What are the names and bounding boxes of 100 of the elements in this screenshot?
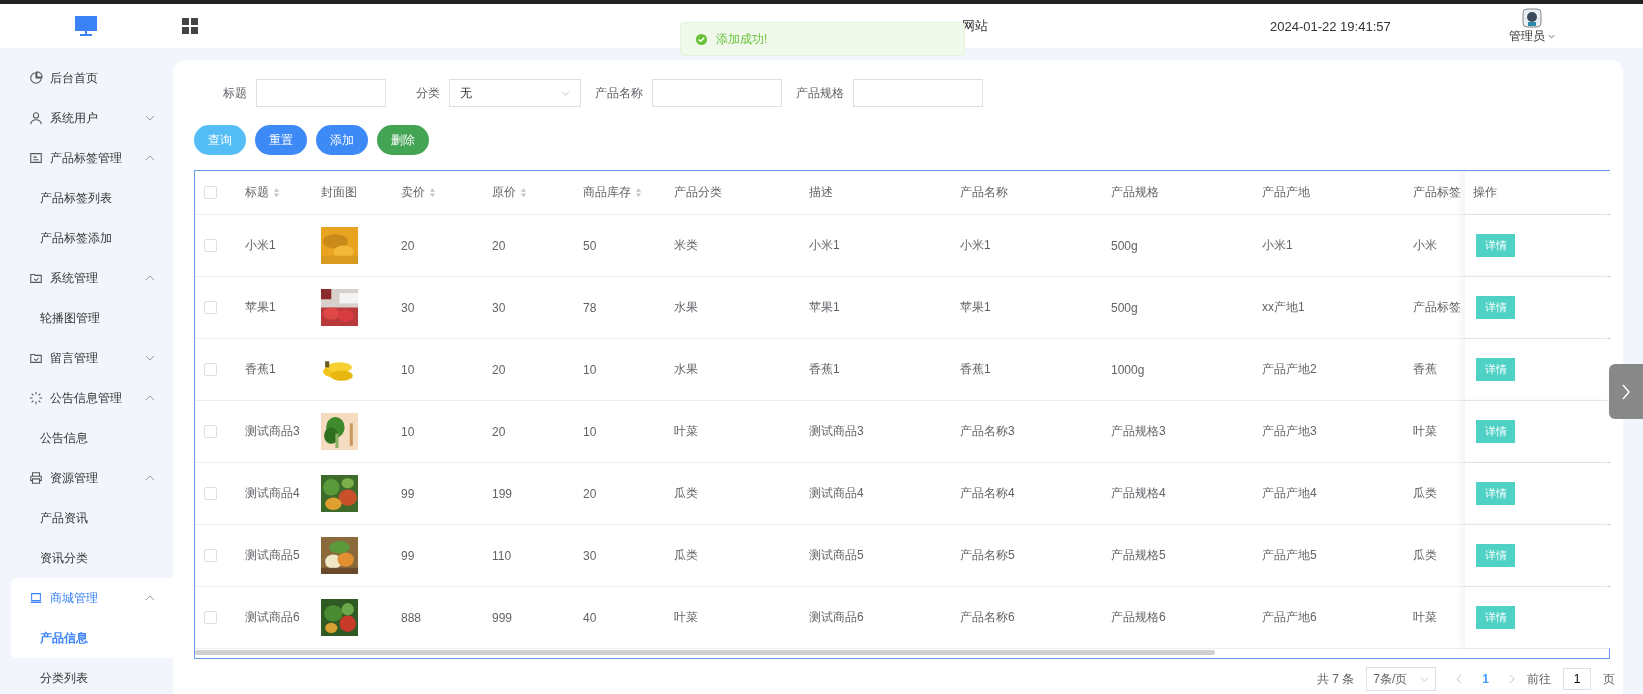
sort-icon[interactable] [635, 187, 642, 198]
table-cell: 香蕉 [1413, 361, 1437, 378]
table-cell: 香蕉1 [809, 361, 840, 378]
submenu-item[interactable]: 产品信息 [11, 618, 173, 658]
table-cell: 产品名称5 [960, 547, 1015, 564]
next-page-icon[interactable] [1509, 674, 1515, 684]
table-cell: 20 [492, 238, 506, 253]
submenu-item[interactable]: 轮播图管理 [0, 298, 173, 338]
table-cell: 30 [401, 300, 415, 315]
submenu-item[interactable]: 产品标签添加 [0, 218, 173, 258]
submenu-item[interactable]: 资讯分类 [0, 538, 173, 578]
row-checkbox[interactable] [204, 549, 217, 562]
table-cell: 20 [583, 486, 597, 501]
table-cell: 产品规格6 [1111, 609, 1166, 626]
table-cell: 产品规格5 [1111, 547, 1166, 564]
row-checkbox[interactable] [204, 239, 217, 252]
table-cell: 产品产地5 [1262, 547, 1317, 564]
sidebar-item[interactable]: 系统管理 [0, 258, 173, 298]
row-checkbox[interactable] [204, 611, 217, 624]
table-cell: 500g [1111, 238, 1138, 253]
toast-message: 添加成功! [716, 30, 768, 48]
sidebar-item[interactable]: 产品标签管理 [0, 138, 173, 178]
column-header[interactable]: 商品库存 [583, 184, 631, 201]
menu-icon [29, 391, 43, 405]
sort-icon[interactable] [273, 187, 280, 198]
column-header[interactable]: 卖价 [401, 184, 425, 201]
user-menu[interactable]: 管理员 [1508, 27, 1555, 45]
column-header[interactable]: 标题 [245, 184, 269, 201]
menu-icon [29, 71, 43, 85]
menu-icon [29, 591, 43, 605]
table-cell: 叶菜 [674, 609, 698, 626]
sidebar-item[interactable]: 商城管理 [11, 578, 173, 618]
table-cell: 99 [401, 548, 415, 563]
table-cell: 78 [583, 300, 597, 315]
category-select[interactable]: 无 [449, 79, 581, 107]
sidebar-item[interactable]: 系统用户 [0, 98, 173, 138]
table-cell: 产品名称6 [960, 609, 1015, 626]
table-cell: 产品标签 [1413, 299, 1461, 316]
table-cell: 30 [583, 548, 597, 563]
table-cell: xx产地1 [1262, 299, 1305, 316]
submenu-item[interactable]: 产品资讯 [0, 498, 173, 538]
page-size-value: 7条/页 [1373, 670, 1408, 688]
table-cell: 苹果1 [245, 299, 276, 316]
expand-panel-button[interactable] [1609, 364, 1643, 419]
sidebar-item[interactable]: 后台首页 [0, 58, 173, 98]
sort-icon[interactable] [429, 187, 436, 198]
goto-page-input[interactable]: 1 [1563, 668, 1591, 690]
column-header[interactable]: 原价 [492, 184, 516, 201]
table-cell: 产品产地4 [1262, 485, 1317, 502]
submenu-item[interactable]: 公告信息 [0, 418, 173, 458]
sidebar-item[interactable]: 公告信息管理 [0, 378, 173, 418]
select-all-checkbox[interactable] [204, 186, 217, 199]
column-header: 产品标签 [1413, 184, 1461, 201]
table-cell: 10 [401, 424, 415, 439]
table-cell: 水果 [674, 361, 698, 378]
horizontal-scrollbar[interactable] [195, 650, 1215, 655]
table-cell: 香蕉1 [245, 361, 276, 378]
table-cell: 瓜类 [674, 485, 698, 502]
table-cell: 测试商品4 [809, 485, 864, 502]
table-cell: 小米1 [809, 237, 840, 254]
table-cell: 10 [401, 362, 415, 377]
chevron-right-icon [1621, 382, 1631, 401]
page-size-select[interactable]: 7条/页 [1366, 667, 1437, 691]
filter-label: 分类 [416, 84, 440, 102]
table-cell: 20 [492, 362, 506, 377]
menu-label: 系统管理 [50, 269, 99, 287]
filter-input[interactable] [256, 79, 386, 107]
menu-label: 公告信息管理 [50, 389, 123, 407]
row-checkbox[interactable] [204, 487, 217, 500]
menu-label: 系统用户 [50, 109, 99, 127]
caret-icon [561, 90, 570, 96]
menu-label: 商城管理 [50, 589, 99, 607]
table-cell: 产品名称4 [960, 485, 1015, 502]
previous-page-icon[interactable] [1456, 674, 1463, 684]
success-icon [695, 32, 708, 46]
submenu-item[interactable]: 分类列表 [0, 658, 173, 694]
goto-label: 前往 [1527, 670, 1551, 688]
sidebar-item[interactable]: 留言管理 [0, 338, 173, 378]
filter-input[interactable] [853, 79, 983, 107]
filter-input[interactable] [652, 79, 782, 107]
table-cell: 香蕉1 [960, 361, 991, 378]
table-cell: 50 [583, 238, 597, 253]
row-checkbox[interactable] [204, 425, 217, 438]
submenu-item[interactable]: 产品标签列表 [0, 178, 173, 218]
grid-menu-icon[interactable] [182, 18, 198, 34]
sidebar-item[interactable]: 资源管理 [0, 458, 173, 498]
table-cell: 产品产地6 [1262, 609, 1317, 626]
column-header: 产品产地 [1262, 184, 1310, 201]
table-cell: 110 [492, 548, 512, 563]
table-cell: 测试商品6 [245, 609, 300, 626]
table-cell: 产品产地3 [1262, 423, 1317, 440]
caret-icon [1547, 33, 1555, 39]
menu-icon [29, 351, 43, 365]
row-checkbox[interactable] [204, 301, 217, 314]
table-cell: 888 [401, 610, 422, 625]
sort-icon[interactable] [520, 187, 527, 198]
table-cell: 水果 [674, 299, 698, 316]
menu-icon [29, 271, 43, 285]
select-value: 无 [460, 84, 472, 102]
row-checkbox[interactable] [204, 363, 217, 376]
